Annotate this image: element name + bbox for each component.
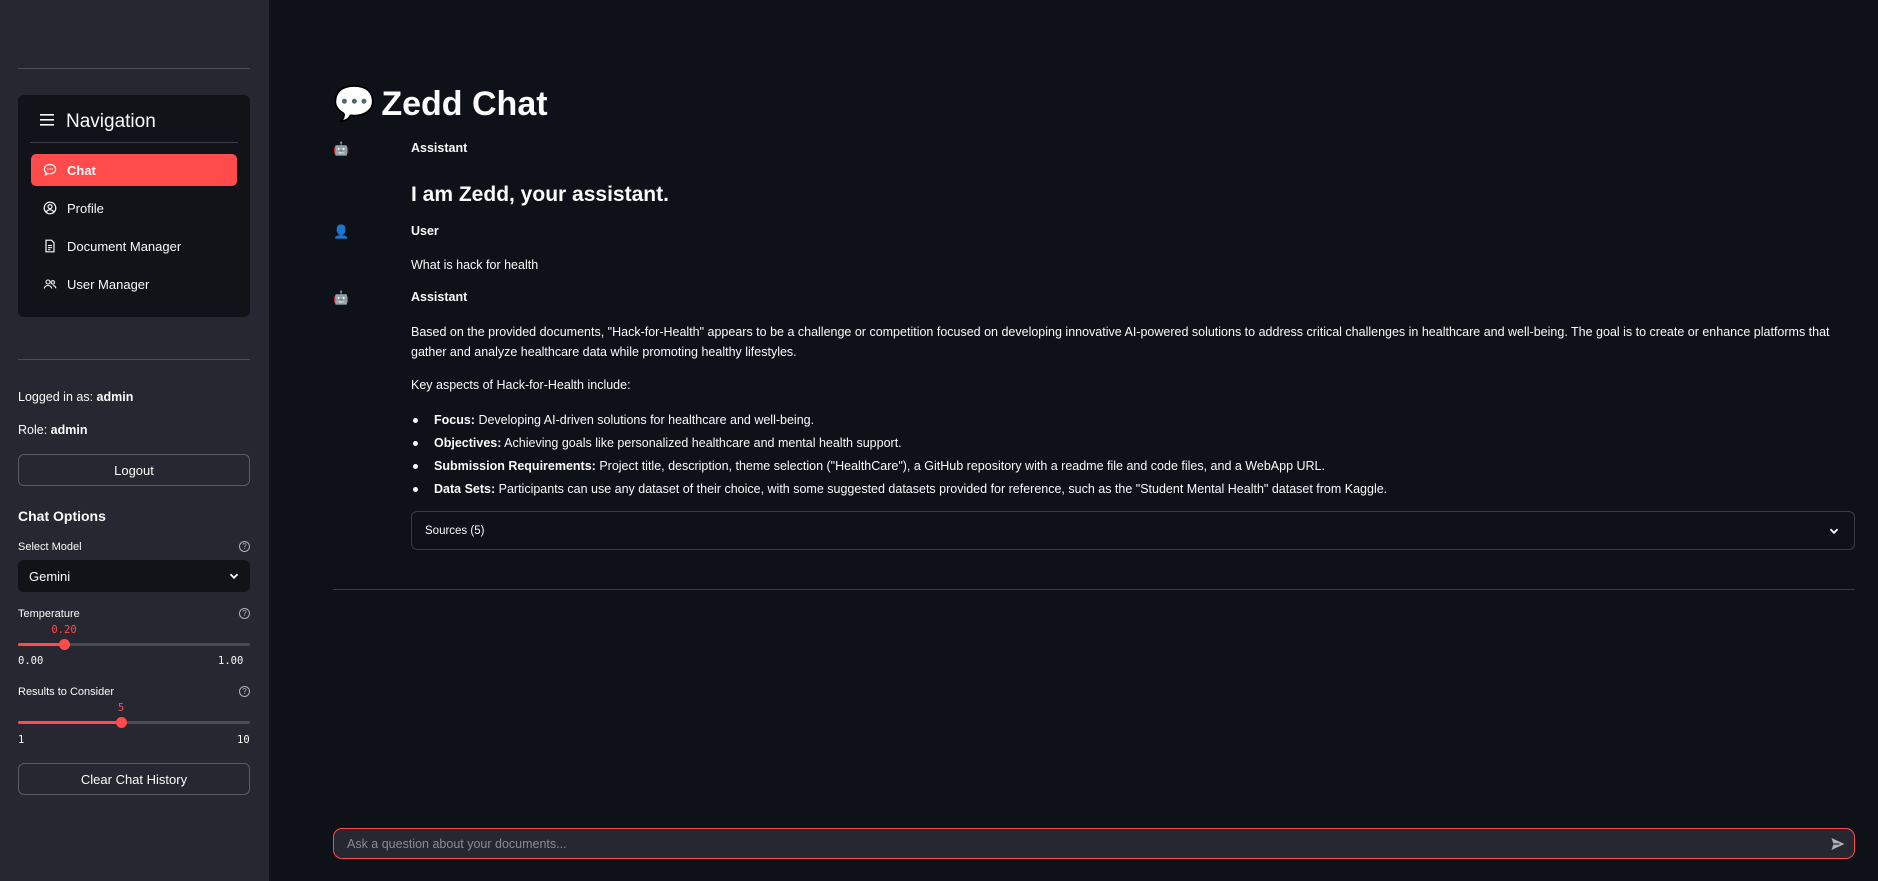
logged-in-user: admin xyxy=(96,390,134,404)
users-icon xyxy=(43,277,57,291)
temperature-label: Temperature xyxy=(18,608,80,620)
list-item: Objectives: Achieving goals like persona… xyxy=(411,433,1387,456)
help-icon[interactable]: ? xyxy=(239,686,250,697)
message-role: Assistant xyxy=(411,290,468,304)
chat-bubble-icon xyxy=(43,163,57,177)
message-role: User xyxy=(411,224,439,238)
navigation-menu: Navigation Chat Profile Document Manager xyxy=(18,95,250,317)
chat-input[interactable] xyxy=(347,836,1807,851)
logged-in-text: Logged in as: admin xyxy=(18,390,133,404)
slider-thumb[interactable] xyxy=(116,717,127,728)
bullet-term: Objectives: xyxy=(434,436,502,450)
help-icon[interactable]: ? xyxy=(239,608,250,619)
bullet-term: Submission Requirements: xyxy=(434,459,596,473)
sidebar-divider xyxy=(18,359,250,360)
model-select[interactable]: Gemini xyxy=(18,560,250,592)
chevron-down-icon xyxy=(228,570,240,585)
sidebar: Navigation Chat Profile Document Manager xyxy=(0,0,269,881)
bullet-text: Achieving goals like personalized health… xyxy=(501,436,902,450)
slider-fill xyxy=(18,721,121,724)
chat-input-box[interactable] xyxy=(333,828,1855,859)
sidebar-item-label: Chat xyxy=(67,162,96,178)
help-icon[interactable]: ? xyxy=(239,541,250,552)
select-model-label: Select Model xyxy=(18,541,82,553)
bullet-term: Focus: xyxy=(434,413,475,427)
bullet-text: Participants can use any dataset of thei… xyxy=(495,482,1388,496)
bullet-term: Data Sets: xyxy=(434,482,496,496)
message-paragraph: Key aspects of Hack-for-Health include: xyxy=(411,378,631,392)
logout-button[interactable]: Logout xyxy=(18,454,250,486)
main-content: 💬 Zedd Chat 🤖 Assistant I am Zedd, your … xyxy=(269,0,1878,881)
sidebar-item-user-manager[interactable]: User Manager xyxy=(31,268,237,300)
results-slider[interactable] xyxy=(18,717,250,728)
message-role: Assistant xyxy=(411,141,468,155)
nav-divider xyxy=(30,142,238,143)
sidebar-item-label: User Manager xyxy=(67,276,150,292)
document-icon xyxy=(43,239,57,253)
slider-fill xyxy=(18,643,64,646)
temperature-value: 0.20 xyxy=(51,624,77,636)
chat-options-title: Chat Options xyxy=(18,508,106,524)
speech-balloon-icon: 💬 xyxy=(333,85,376,123)
role-text: Role: admin xyxy=(18,423,87,437)
bullet-text: Developing AI-driven solutions for healt… xyxy=(474,413,815,427)
message-paragraph: Based on the provided documents, "Hack-f… xyxy=(411,325,1830,359)
clear-chat-history-button[interactable]: Clear Chat History xyxy=(18,763,250,795)
nav-title: Navigation xyxy=(66,111,156,132)
temperature-slider[interactable] xyxy=(18,639,250,650)
sidebar-item-document-manager[interactable]: Document Manager xyxy=(31,230,237,262)
bullet-text: Project title, description, theme select… xyxy=(595,459,1325,473)
user-circle-icon xyxy=(43,201,57,215)
sources-label: Sources (5) xyxy=(425,524,485,537)
list-item: Submission Requirements: Project title, … xyxy=(411,456,1387,479)
temperature-max: 1.00 xyxy=(218,655,244,667)
results-label: Results to Consider xyxy=(18,686,114,698)
slider-thumb[interactable] xyxy=(59,639,70,650)
results-min: 1 xyxy=(18,734,25,746)
list-item: Focus: Developing AI-driven solutions fo… xyxy=(411,410,1387,433)
sidebar-divider xyxy=(18,68,250,69)
bullet-list: Focus: Developing AI-driven solutions fo… xyxy=(411,410,1387,502)
sidebar-item-label: Profile xyxy=(67,200,104,216)
role-value: admin xyxy=(50,423,88,437)
robot-avatar-icon: 🤖 xyxy=(333,141,350,156)
nav-header: Navigation xyxy=(40,111,156,133)
results-max: 10 xyxy=(237,734,250,746)
user-avatar-icon: 👤 xyxy=(333,224,350,239)
robot-avatar-icon: 🤖 xyxy=(333,290,350,305)
chevron-down-icon xyxy=(1828,525,1840,540)
sources-expander[interactable]: Sources (5) xyxy=(411,511,1855,550)
sidebar-item-profile[interactable]: Profile xyxy=(31,192,237,224)
role-label: Role: xyxy=(18,423,48,437)
sidebar-item-chat[interactable]: Chat xyxy=(31,154,237,186)
hamburger-icon[interactable] xyxy=(40,113,54,131)
message-text: What is hack for health xyxy=(411,258,539,272)
results-value: 5 xyxy=(117,702,125,714)
sidebar-item-label: Document Manager xyxy=(67,238,182,254)
message-heading: I am Zedd, your assistant. xyxy=(411,183,669,206)
list-item: Data Sets: Participants can use any data… xyxy=(411,479,1387,502)
model-select-value: Gemini xyxy=(29,568,71,584)
chat-divider xyxy=(333,589,1855,590)
page-title: 💬 Zedd Chat xyxy=(333,84,548,124)
temperature-min: 0.00 xyxy=(18,655,44,667)
send-icon[interactable] xyxy=(1830,836,1846,857)
page-title-text: Zedd Chat xyxy=(381,84,548,123)
logged-in-label: Logged in as: xyxy=(18,390,94,404)
